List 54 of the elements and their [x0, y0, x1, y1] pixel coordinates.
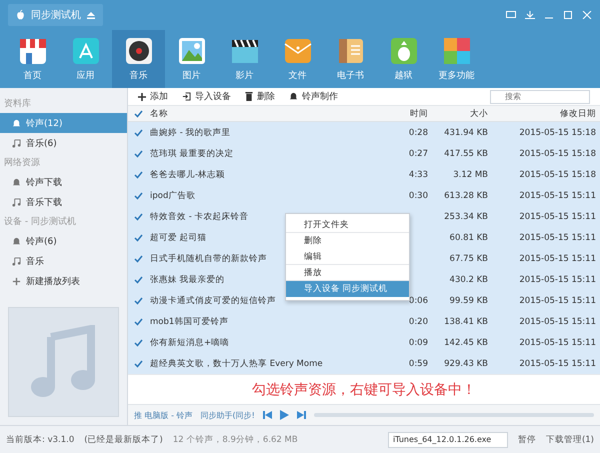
table-cell-text: 613.28 KB: [443, 190, 489, 200]
table-cell-text: 0:59: [408, 358, 429, 368]
summary-text: 12 个铃声，8.9分钟，6.62 MB: [172, 434, 298, 446]
table-cell-text: 2015-05-15 15:11: [518, 358, 597, 368]
table-cell-text: 3.12 MB: [452, 170, 489, 180]
table-cell-text: 你有新短消息+嘀嘀: [149, 336, 230, 348]
player-track: 同步助手(同步!: [200, 410, 255, 420]
table-cell-text: 0:28: [408, 128, 429, 138]
table-cell-text: 超经典英文歌，数十万人热享 Every Mome: [149, 358, 324, 370]
table-cell-text: 138.41 KB: [443, 316, 489, 326]
table-cell-text: 0:30: [408, 190, 429, 200]
table-cell-text: 430.2 KB: [448, 274, 489, 284]
table-cell-text: 417.55 KB: [443, 148, 489, 158]
table-cell-text: 2015-05-15 15:11: [518, 212, 597, 222]
table-cell-text: 2015-05-15 15:18: [518, 148, 597, 158]
table-cell-text: 张惠妹 我最亲爱的: [149, 274, 226, 286]
table-cell-text: 2015-05-15 15:11: [518, 190, 597, 200]
table-cell-text: 99.59 KB: [448, 296, 489, 306]
table-cell-text: 2015-05-15 15:18: [518, 170, 597, 180]
table-cell-text: mob1韩国可爱铃声: [149, 316, 230, 328]
sidebar-heading: 资料库: [3, 98, 32, 111]
table-cell-text: 0:20: [408, 316, 429, 326]
table-cell-text: 929.43 KB: [443, 358, 489, 368]
table-cell-text: 日式手机随机自带的新款铃声: [149, 252, 268, 264]
version-text: 当前版本: v3.1.0: [6, 434, 74, 446]
table-cell-text: 超可爱 起司猫: [149, 232, 208, 244]
table-cell-text: 431.94 KB: [443, 128, 489, 138]
table-cell-text: 范玮琪 最重要的决定: [149, 148, 235, 160]
table-cell-text: 0:06: [408, 296, 429, 306]
table-cell-text: 60.81 KB: [448, 232, 489, 242]
player-source: 推 电脑版 - 铃声: [134, 410, 193, 420]
table-cell-text: 67.75 KB: [448, 254, 489, 264]
table-cell-text: 2015-05-15 15:11: [518, 232, 597, 242]
table-cell-text: 0:27: [408, 148, 429, 158]
table-cell-text: 爸爸去哪儿-林志颖: [149, 168, 226, 180]
table-cell-text: 0:09: [408, 338, 429, 348]
window-title: 同步测试机: [31, 8, 81, 22]
hint-text: 勾选铃声资源，右键可导入设备中！: [252, 380, 476, 398]
table-cell-text: 253.34 KB: [443, 212, 489, 222]
table-cell-text: 4:33: [408, 170, 429, 180]
table-cell-text: 2015-05-15 15:11: [518, 274, 597, 284]
table-cell-text: 动漫卡通式俏皮可爱的短信铃声: [149, 294, 277, 306]
version-note: (已经是最新版本了): [84, 434, 163, 446]
sidebar-heading: 设备 - 同步测试机: [3, 216, 77, 229]
table-cell-text: 特效音效 - 卡农起床铃音: [149, 210, 250, 222]
table-cell-text: ipod广告歌: [149, 190, 196, 202]
table-cell-text: 142.45 KB: [443, 338, 489, 348]
table-cell-text: 2015-05-15 15:11: [518, 338, 597, 348]
table-cell-text: 2015-05-15 15:11: [518, 316, 597, 326]
table-cell-text: 2015-05-15 15:11: [518, 296, 597, 306]
table-cell-text: 2015-05-15 15:18: [518, 128, 597, 138]
table-cell-text: 曲婉婷 - 我的歌声里: [149, 126, 232, 138]
table-cell-text: 2015-05-15 15:11: [518, 254, 597, 264]
sidebar-heading: 网络资源: [3, 156, 41, 170]
